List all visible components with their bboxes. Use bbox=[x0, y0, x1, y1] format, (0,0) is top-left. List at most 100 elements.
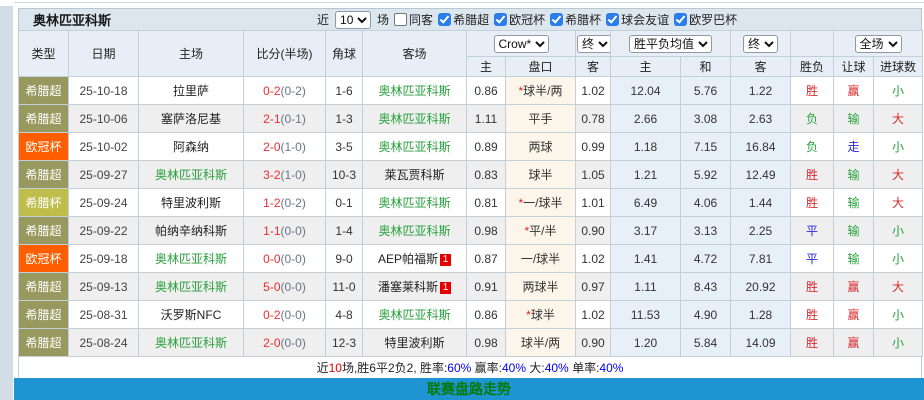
final-odds-cell-2: 终 bbox=[730, 30, 791, 57]
avg-lose-odds: 1.28 bbox=[730, 300, 791, 329]
summary-segment: 赢率: bbox=[471, 361, 502, 375]
home-team: 奥林匹亚科斯 bbox=[138, 160, 244, 189]
avg-lose-odds: 1.44 bbox=[730, 188, 791, 217]
handicap-home-odds: 0.86 bbox=[466, 300, 506, 329]
result-outcome: 胜 bbox=[790, 188, 834, 217]
filter-checkbox-1[interactable] bbox=[494, 13, 508, 26]
competition-badge: 欧冠杯 bbox=[18, 132, 69, 161]
score: 0-2(0-0) bbox=[243, 300, 326, 329]
avg-draw-odds: 5.92 bbox=[680, 160, 731, 189]
competition-badge: 希腊超 bbox=[18, 328, 69, 357]
match-date: 25-09-13 bbox=[68, 272, 139, 301]
col-away: 客场 bbox=[362, 30, 467, 77]
competition-badge: 希腊超 bbox=[18, 76, 69, 105]
recent-label-suffix: 场 bbox=[377, 13, 390, 27]
avg-lose-odds: 2.63 bbox=[730, 104, 791, 133]
handicap-home-odds: 0.83 bbox=[466, 160, 506, 189]
competition-badge: 希腊超 bbox=[18, 160, 69, 189]
away-team: 潘塞莱科斯 1 bbox=[362, 272, 467, 301]
col-type: 类型 bbox=[18, 30, 69, 77]
handicap-home-odds: 0.81 bbox=[466, 188, 506, 217]
handicap-line: 球半 bbox=[505, 160, 576, 189]
top-divider bbox=[14, 2, 924, 3]
avg-win-odds: 11.53 bbox=[610, 300, 681, 329]
avg-odds-select[interactable]: 胜平负均值 bbox=[629, 34, 712, 53]
avg-lose-odds: 2.25 bbox=[730, 216, 791, 245]
col-date: 日期 bbox=[68, 30, 139, 77]
corners: 0-1 bbox=[325, 188, 363, 217]
summary-segment: 单率: bbox=[568, 361, 600, 375]
summary-segment: 60% bbox=[447, 360, 472, 375]
corners: 10-3 bbox=[325, 160, 363, 189]
handicap-line: 一/球半 bbox=[505, 244, 576, 273]
avg-draw-odds: 8.43 bbox=[680, 272, 731, 301]
filter-checkbox-0[interactable] bbox=[438, 13, 452, 26]
away-team: 特里波利斯 bbox=[362, 328, 467, 357]
result-handicap: 赢 bbox=[833, 76, 874, 105]
filter-checkbox-2[interactable] bbox=[550, 13, 564, 26]
col-avg-lose: 客 bbox=[730, 56, 791, 77]
match-table: 类型 日期 主场 比分(半场) 角球 客场 Crow* 终 胜平负均值 终 全场… bbox=[18, 30, 923, 357]
col-avg-draw: 和 bbox=[680, 56, 731, 77]
final-odds-cell-1: 终 bbox=[575, 30, 611, 57]
league-trend-header[interactable]: 联赛盘路走势 bbox=[14, 378, 924, 400]
corners: 11-0 bbox=[325, 272, 363, 301]
summary-segment: 近 bbox=[316, 361, 329, 375]
away-team: 奥林匹亚科斯 bbox=[362, 132, 467, 161]
result-goals: 大 bbox=[873, 104, 923, 133]
filter-checkbox-3[interactable] bbox=[606, 13, 620, 26]
result-outcome: 负 bbox=[790, 132, 834, 161]
filter-checkbox-4[interactable] bbox=[674, 13, 688, 26]
home-team: 阿森纳 bbox=[138, 132, 244, 161]
handicap-line: 两球 bbox=[505, 132, 576, 161]
competition-badge: 希腊超 bbox=[18, 272, 69, 301]
handicap-line: *平/半 bbox=[505, 216, 576, 245]
col-handicap-line: 盘口 bbox=[505, 56, 576, 77]
corners: 12-3 bbox=[325, 328, 363, 357]
bookmaker-select[interactable]: Crow* bbox=[493, 34, 549, 53]
result-handicap: 输 bbox=[833, 104, 874, 133]
summary-segment: 40% bbox=[599, 360, 624, 375]
avg-win-odds: 1.18 bbox=[610, 132, 681, 161]
result-goals: 小 bbox=[873, 76, 923, 105]
away-team: 莱瓦贾科斯 bbox=[362, 160, 467, 189]
handicap-line: *一/球半 bbox=[505, 188, 576, 217]
scope-select[interactable]: 全场 bbox=[854, 34, 902, 53]
left-gutter bbox=[0, 6, 13, 400]
home-team: 奥林匹亚科斯 bbox=[138, 244, 244, 273]
recent-count-select[interactable]: 10 bbox=[335, 10, 372, 29]
filter-label-2: 希腊杯 bbox=[565, 13, 602, 27]
handicap-line: *球半 bbox=[505, 300, 576, 329]
same-venue-checkbox[interactable] bbox=[394, 13, 408, 26]
score: 5-0(0-0) bbox=[243, 272, 326, 301]
avg-draw-odds: 5.76 bbox=[680, 76, 731, 105]
summary-segment: 场,胜6平2负2, 胜率: bbox=[341, 361, 448, 375]
score: 3-2(1-0) bbox=[243, 160, 326, 189]
col-avg-win: 主 bbox=[610, 56, 681, 77]
result-outcome: 胜 bbox=[790, 160, 834, 189]
final-odds-select-1[interactable]: 终 bbox=[577, 34, 610, 53]
handicap-away-odds: 0.97 bbox=[575, 272, 611, 301]
red-card-badge: 1 bbox=[440, 282, 451, 294]
handicap-away-odds: 1.02 bbox=[575, 76, 611, 105]
result-handicap: 输 bbox=[833, 216, 874, 245]
result-outcome: 胜 bbox=[790, 300, 834, 329]
away-team: 奥林匹亚科斯 bbox=[362, 76, 467, 105]
handicap-line: *球半/两 bbox=[505, 76, 576, 105]
filter-controls: 近 10 场 同客 希腊超 欧冠杯 希腊杯 球会友谊 欧罗巴杯 bbox=[317, 10, 737, 29]
avg-win-odds: 1.21 bbox=[610, 160, 681, 189]
match-date: 25-10-02 bbox=[68, 132, 139, 161]
handicap-line: 两球半 bbox=[505, 272, 576, 301]
same-venue-label: 同客 bbox=[409, 13, 434, 27]
away-team: 奥林匹亚科斯 bbox=[362, 216, 467, 245]
score: 1-2(0-2) bbox=[243, 188, 326, 217]
final-odds-select-2[interactable]: 终 bbox=[743, 34, 778, 53]
table-row: 希腊超 25-08-31 沃罗斯NFC 0-2(0-0) 4-8 奥林匹亚科斯 0.86 *球… bbox=[18, 300, 923, 329]
handicap-line: 球半/两 bbox=[505, 328, 576, 357]
avg-draw-odds: 3.08 bbox=[680, 104, 731, 133]
avg-win-odds: 12.04 bbox=[610, 76, 681, 105]
handicap-home-odds: 0.91 bbox=[466, 272, 506, 301]
corners: 1-4 bbox=[325, 216, 363, 245]
table-row: 希腊超 25-09-22 帕纳辛纳科斯 1-1(0-0) 1-4 奥林匹亚科斯 0.98 *平… bbox=[18, 216, 923, 245]
match-date: 25-10-06 bbox=[68, 104, 139, 133]
